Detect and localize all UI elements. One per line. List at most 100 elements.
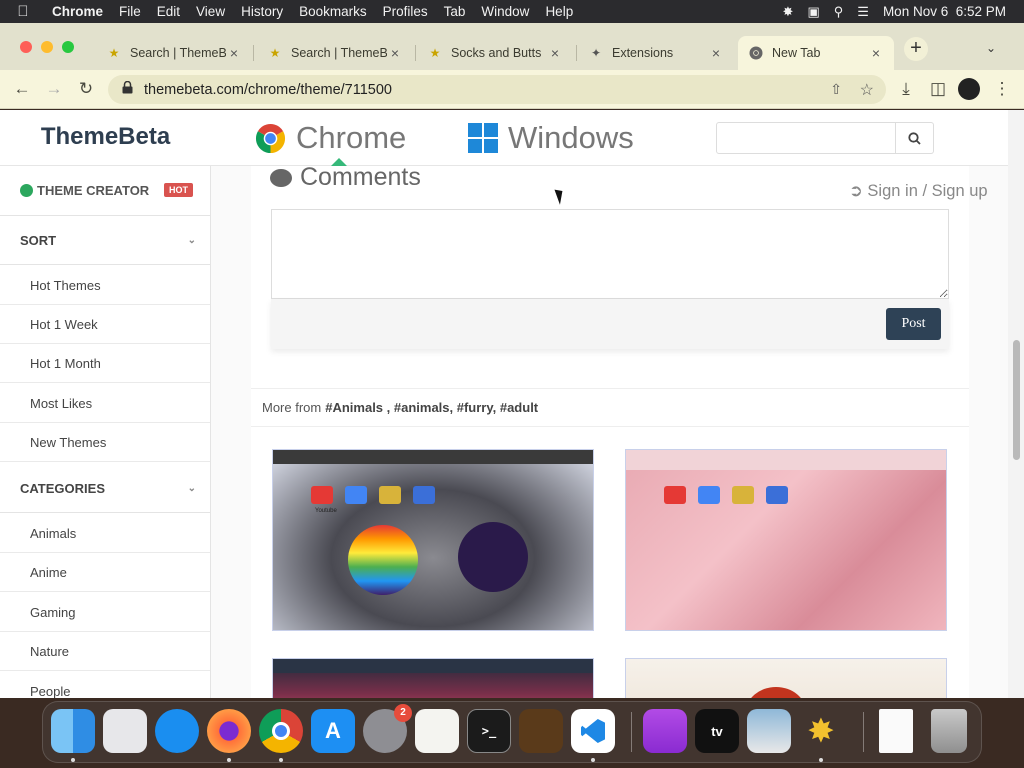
thumbnail-browser-bar bbox=[273, 450, 593, 464]
tab-search-themebeta-2[interactable]: ★ Search | ThemeBeta × bbox=[257, 36, 413, 70]
textedit-icon[interactable] bbox=[415, 709, 459, 753]
tab-new-tab[interactable]: New Tab × bbox=[738, 36, 894, 70]
safari-icon[interactable] bbox=[155, 709, 199, 753]
nav-windows-link[interactable]: Windows bbox=[468, 120, 634, 156]
menu-window[interactable]: Window bbox=[473, 4, 537, 19]
chrome-dock-center bbox=[272, 722, 290, 740]
menu-profiles[interactable]: Profiles bbox=[375, 4, 436, 19]
browser-tab-strip: ★ Search | ThemeBeta × ★ Search | ThemeB… bbox=[0, 23, 1024, 70]
browser-menu-icon[interactable]: ⋮ bbox=[991, 78, 1013, 100]
page-scrollbar[interactable] bbox=[1008, 110, 1024, 698]
system-settings-icon[interactable]: 2 bbox=[363, 704, 412, 753]
sidebar-item-animals[interactable]: Animals bbox=[0, 514, 210, 553]
screen-mirror-icon[interactable]: ▣ bbox=[807, 4, 819, 20]
spotlight-search-icon[interactable]: ⚲ bbox=[834, 4, 844, 20]
menu-history[interactable]: History bbox=[233, 4, 291, 19]
theme-thumbnail-cat[interactable]: Youtube bbox=[272, 449, 594, 631]
search-button[interactable] bbox=[896, 122, 934, 154]
theme-creator-link[interactable]: THEME CREATOR HOT bbox=[0, 166, 210, 216]
control-center-icon[interactable]: ☰ bbox=[857, 4, 869, 20]
preview-icon[interactable] bbox=[747, 709, 791, 753]
scrollbar-thumb[interactable] bbox=[1013, 340, 1020, 460]
tab-close-icon[interactable]: × bbox=[868, 45, 884, 61]
launchpad-icon[interactable] bbox=[103, 709, 147, 753]
podcasts-icon[interactable] bbox=[643, 709, 687, 753]
sign-in-link[interactable]: ➲ Sign in / Sign up bbox=[849, 181, 988, 201]
sidebar-item-hot-1-week[interactable]: Hot 1 Week bbox=[0, 305, 210, 344]
window-close-button[interactable] bbox=[20, 41, 32, 53]
sidebar-item-anime[interactable]: Anime bbox=[0, 553, 210, 592]
tab-close-icon[interactable]: × bbox=[387, 45, 403, 61]
finder-icon[interactable] bbox=[51, 709, 95, 753]
macos-dock: A 2 >_ tv ✸ bbox=[42, 701, 982, 763]
site-search-input[interactable] bbox=[716, 122, 896, 154]
categories-section-toggle[interactable]: CATEGORIES ⌄ bbox=[0, 464, 210, 513]
more-from-tags[interactable]: #Animals , #animals, #furry, #adult bbox=[325, 400, 538, 415]
menu-view[interactable]: View bbox=[188, 4, 233, 19]
chrome-dock-icon[interactable] bbox=[259, 709, 303, 753]
menu-file[interactable]: File bbox=[111, 4, 149, 19]
window-zoom-button[interactable] bbox=[62, 41, 74, 53]
sidebar: THEME CREATOR HOT SORT ⌄ Hot Themes Hot … bbox=[0, 166, 211, 698]
apple-tv-icon[interactable]: tv bbox=[695, 709, 739, 753]
menu-bookmarks[interactable]: Bookmarks bbox=[291, 4, 375, 19]
garageband-icon[interactable] bbox=[519, 709, 563, 753]
windows-logo-icon bbox=[468, 123, 498, 153]
sidebar-item-hot-themes[interactable]: Hot Themes bbox=[0, 266, 210, 305]
sidebar-item-most-likes[interactable]: Most Likes bbox=[0, 384, 210, 423]
terminal-icon[interactable]: >_ bbox=[467, 709, 511, 753]
thumbnail-red-shape bbox=[746, 687, 806, 698]
post-button[interactable]: Post bbox=[886, 308, 941, 340]
sidebar-item-new-themes[interactable]: New Themes bbox=[0, 423, 210, 462]
bee-app-icon[interactable]: ✸ bbox=[799, 709, 843, 753]
menu-app-name[interactable]: Chrome bbox=[46, 4, 111, 19]
reload-icon[interactable]: ↻ bbox=[75, 78, 97, 100]
more-from-bar: More from #Animals , #animals, #furry, #… bbox=[251, 388, 969, 427]
new-tab-plus-icon[interactable]: + bbox=[904, 37, 928, 61]
comment-textarea[interactable] bbox=[271, 209, 949, 299]
tab-socks-and-butts[interactable]: ★ Socks and Butts × bbox=[417, 36, 573, 70]
sort-section-toggle[interactable]: SORT ⌄ bbox=[0, 216, 210, 265]
bee-status-icon[interactable]: ✸ bbox=[783, 4, 794, 20]
menu-tab[interactable]: Tab bbox=[436, 4, 474, 19]
tab-search-chevron-icon[interactable]: ⌄ bbox=[986, 41, 996, 55]
tab-search-themebeta-1[interactable]: ★ Search | ThemeBeta × bbox=[96, 36, 252, 70]
google-icon bbox=[345, 486, 367, 504]
menu-clock[interactable]: Mon Nov 6 6:52 PM bbox=[883, 4, 1006, 19]
tab-close-icon[interactable]: × bbox=[547, 45, 563, 61]
sidebar-item-hot-1-month[interactable]: Hot 1 Month bbox=[0, 344, 210, 383]
nav-chrome-link[interactable]: Chrome bbox=[255, 120, 406, 156]
profile-avatar[interactable] bbox=[958, 78, 980, 100]
sidebar-item-gaming[interactable]: Gaming bbox=[0, 593, 210, 632]
menu-edit[interactable]: Edit bbox=[149, 4, 188, 19]
sidebar-item-nature[interactable]: Nature bbox=[0, 632, 210, 671]
chrome-logo-icon bbox=[255, 123, 286, 154]
theme-thumbnail-3[interactable] bbox=[272, 658, 594, 698]
share-icon[interactable]: ⇧ bbox=[830, 81, 842, 98]
theme-thumbnail-pink-fur[interactable] bbox=[625, 449, 947, 631]
tab-extensions[interactable]: ✦ Extensions × bbox=[578, 36, 734, 70]
theme-creator-label: THEME CREATOR bbox=[37, 183, 150, 198]
vscode-icon[interactable] bbox=[571, 709, 615, 753]
tab-close-icon[interactable]: × bbox=[708, 45, 724, 61]
menu-help[interactable]: Help bbox=[537, 4, 581, 19]
theme-thumbnail-4[interactable] bbox=[625, 658, 947, 698]
download-icon[interactable]: ⤓ bbox=[895, 78, 917, 100]
app-store-icon[interactable]: A bbox=[311, 709, 355, 753]
trash-icon[interactable] bbox=[931, 709, 967, 753]
theme-icon: ★ bbox=[108, 46, 120, 60]
site-logo[interactable]: ThemeBeta bbox=[0, 110, 211, 166]
sign-in-icon: ➲ bbox=[849, 182, 863, 200]
forward-arrow-icon[interactable]: → bbox=[43, 78, 65, 100]
back-arrow-icon[interactable]: ← bbox=[11, 78, 33, 100]
sidebar-item-people[interactable]: People bbox=[0, 672, 210, 699]
firefox-icon[interactable] bbox=[207, 709, 251, 753]
document-icon[interactable] bbox=[879, 709, 913, 753]
tab-close-icon[interactable]: × bbox=[226, 45, 242, 61]
url-text: themebeta.com/chrome/theme/711500 bbox=[144, 81, 392, 98]
apple-menu-icon[interactable]:  bbox=[0, 3, 46, 20]
bookmark-star-icon[interactable]: ☆ bbox=[860, 80, 874, 100]
window-minimize-button[interactable] bbox=[41, 41, 53, 53]
address-bar[interactable]: themebeta.com/chrome/theme/711500 ⇧ ☆ bbox=[108, 75, 886, 104]
side-panel-icon[interactable]: ◫ bbox=[927, 78, 949, 100]
